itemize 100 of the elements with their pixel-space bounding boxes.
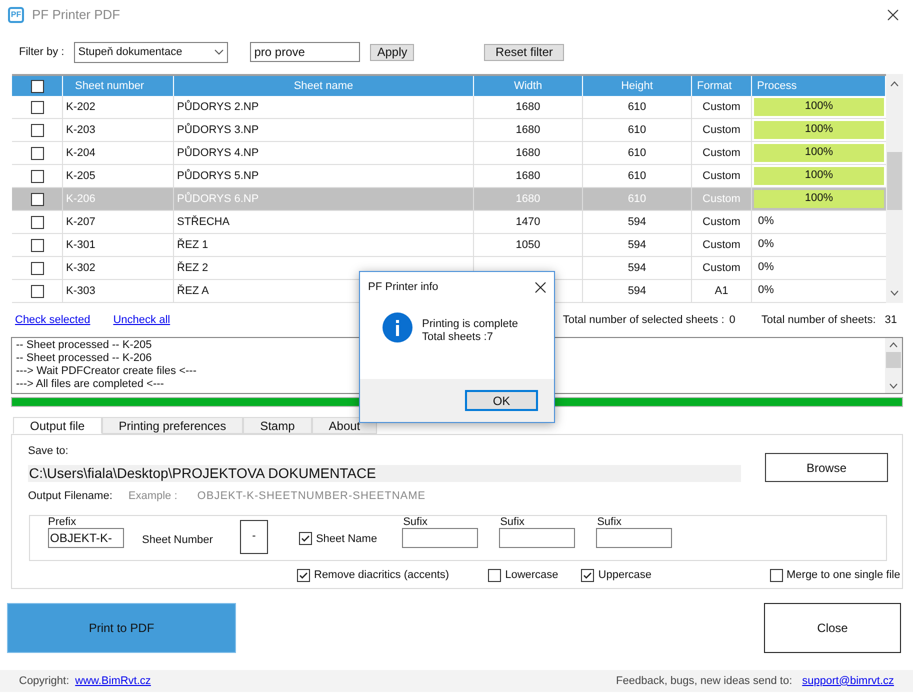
- save-path-field: C:\Users\fiala\Desktop\PROJEKTOVA DOKUMENTACE: [28, 464, 741, 482]
- filter-label: Filter by :: [19, 44, 64, 60]
- table-cell: K-204: [63, 142, 174, 164]
- sufix-label: Sufix: [402, 516, 429, 528]
- table-cell: K-301: [63, 234, 174, 256]
- check-selected-link[interactable]: Check selected: [15, 312, 90, 328]
- filter-dropdown[interactable]: Stupeň dokumentace: [74, 42, 228, 62]
- table-cell: 1680: [474, 142, 583, 164]
- table-row[interactable]: K-204 PŮDORYS 4.NP 1680 610 Custom 100%: [12, 142, 886, 165]
- table-cell: 610: [583, 142, 692, 164]
- tab[interactable]: Stamp: [243, 417, 312, 434]
- close-icon[interactable]: [535, 282, 546, 292]
- process-percent: 100%: [804, 168, 834, 183]
- uncheck-all-link[interactable]: Uncheck all: [113, 312, 170, 328]
- selected-count-label: Total number of selected sheets :: [562, 312, 724, 328]
- filter-value-field[interactable]: pro prove: [250, 42, 360, 62]
- sufix-field[interactable]: [596, 528, 672, 548]
- table-cell: K-207: [63, 211, 174, 233]
- ok-button[interactable]: OK: [465, 390, 538, 411]
- table-cell: ŘEZ 1: [174, 234, 474, 256]
- log-line: -- Sheet processed -- K-205: [16, 339, 153, 352]
- table-cell: Custom: [692, 165, 752, 187]
- table-cell: Custom: [692, 234, 752, 256]
- table-cell: PŮDORYS 3.NP: [174, 119, 474, 141]
- checkbox[interactable]: [488, 569, 502, 582]
- close-icon[interactable]: [887, 9, 899, 21]
- table-row[interactable]: K-302 ŘEZ 2 594 Custom 0%: [12, 257, 886, 280]
- separator-field[interactable]: -: [240, 520, 268, 554]
- checkbox[interactable]: [30, 100, 44, 114]
- table-row[interactable]: K-203 PŮDORYS 3.NP 1680 610 Custom 100%: [12, 119, 886, 142]
- reset-filter-button[interactable]: Reset filter: [484, 44, 564, 60]
- checkbox[interactable]: [770, 569, 782, 582]
- copyright-label: Copyright:: [19, 674, 70, 689]
- close-button[interactable]: Close: [764, 603, 901, 653]
- table-cell: Custom: [692, 257, 752, 279]
- checkbox[interactable]: [30, 192, 44, 206]
- tab[interactable]: Output file: [13, 417, 102, 434]
- option-label: Remove diacritics (accents): [314, 568, 450, 584]
- checkbox[interactable]: [297, 569, 310, 582]
- sufix-field[interactable]: [499, 528, 576, 548]
- prefix-label: Prefix: [48, 516, 78, 528]
- table-cell: 1680: [474, 165, 583, 187]
- table-cell: 594: [583, 211, 692, 233]
- table-cell: PŮDORYS 5.NP: [174, 165, 474, 187]
- print-to-pdf-button[interactable]: Print to PDF: [7, 603, 236, 653]
- process-percent: 100%: [804, 122, 834, 137]
- total-count: 31: [884, 312, 897, 328]
- checkbox[interactable]: [30, 238, 44, 252]
- checkbox[interactable]: [30, 284, 44, 298]
- info-icon: [382, 312, 413, 343]
- checkbox[interactable]: [581, 569, 594, 582]
- chevron-icon: [214, 49, 224, 55]
- table-cell: 594: [583, 234, 692, 256]
- table-row[interactable]: K-206 PŮDORYS 6.NP 1680 610 Custom 100%: [12, 188, 886, 211]
- table-cell: 1680: [474, 96, 583, 118]
- table-cell: K-202: [63, 96, 174, 118]
- website-link[interactable]: www.BimRvt.cz: [75, 672, 151, 690]
- checkbox[interactable]: [30, 170, 44, 182]
- checkbox[interactable]: [30, 146, 44, 160]
- app-logo: PF: [8, 7, 24, 23]
- table-cell: 610: [583, 188, 692, 210]
- total-count-label: Total number of sheets:: [761, 312, 876, 328]
- apply-button[interactable]: Apply: [370, 44, 414, 60]
- log-line: ---> Wait PDFCreator create files <---: [16, 365, 198, 378]
- log-line: ---> All files are completed <---: [16, 378, 165, 391]
- prefix-field[interactable]: OBJEKT-K-: [48, 528, 124, 548]
- log-line: -- Sheet processed -- K-206: [16, 352, 153, 365]
- process-percent: 0%: [758, 237, 774, 252]
- scrollbar-thumb[interactable]: [886, 352, 901, 368]
- table-row[interactable]: K-301 ŘEZ 1 1050 594 Custom 0%: [12, 234, 886, 257]
- table-cell: K-302: [63, 257, 174, 279]
- checkbox[interactable]: [30, 216, 44, 228]
- sufix-field[interactable]: [402, 528, 478, 548]
- table-cell: 594: [583, 257, 692, 279]
- email-link[interactable]: support@bimrvt.cz: [802, 672, 894, 690]
- browse-button[interactable]: Browse: [765, 453, 888, 482]
- tab[interactable]: Printing preferences: [102, 417, 244, 434]
- table-cell: A1: [692, 280, 752, 302]
- select-all-checkbox[interactable]: [30, 80, 44, 92]
- checkbox[interactable]: [30, 124, 44, 136]
- table-cell: 610: [583, 119, 692, 141]
- checkbox[interactable]: [298, 532, 312, 546]
- table-row[interactable]: K-207 STŘECHA 1470 594 Custom 0%: [12, 211, 886, 234]
- table-cell: 1050: [474, 234, 583, 256]
- table-cell: 1470: [474, 211, 583, 233]
- checkbox[interactable]: [30, 262, 44, 274]
- vertical-scrollbar[interactable]: [886, 74, 903, 303]
- table-cell: STŘECHA: [174, 211, 474, 233]
- selected-count: 0: [729, 312, 736, 328]
- table-row[interactable]: K-202 PŮDORYS 2.NP 1680 610 Custom 100%: [12, 96, 886, 119]
- table-row[interactable]: K-205 PŮDORYS 5.NP 1680 610 Custom 100%: [12, 165, 886, 188]
- option-label: Merge to one single file: [786, 568, 900, 584]
- dialog-title: PF Printer info: [368, 280, 438, 295]
- window-title: PF Printer PDF: [32, 6, 120, 24]
- table-cell: K-205: [63, 165, 174, 187]
- sufix-label: Sufix: [596, 516, 623, 528]
- table-cell: K-206: [63, 188, 174, 210]
- table-cell: 1680: [474, 188, 583, 210]
- scrollbar-thumb[interactable]: [887, 152, 902, 210]
- save-to-label: Save to:: [28, 444, 70, 459]
